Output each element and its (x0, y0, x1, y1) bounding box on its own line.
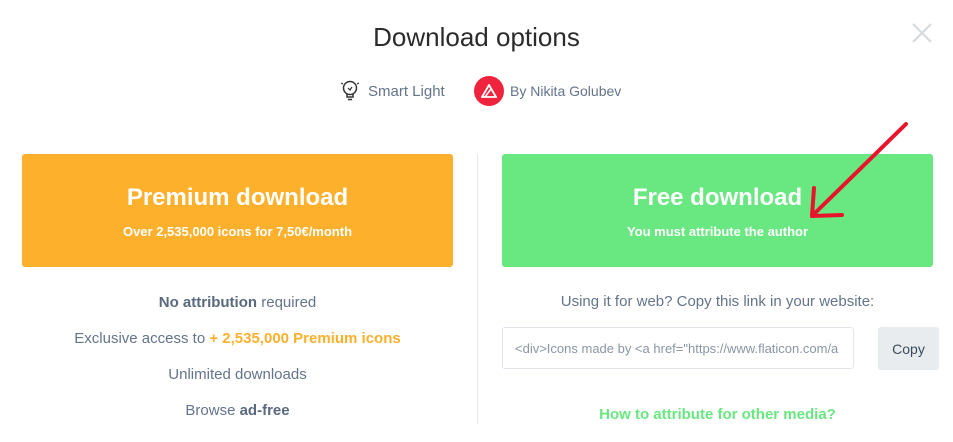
free-download-button[interactable]: Free download You must attribute the aut… (502, 154, 933, 267)
premium-download-title: Premium download (126, 184, 349, 211)
premium-download-subtitle: Over 2,535,000 icons for 7,50€/month (122, 224, 353, 239)
feature-bold-text: ad-free (239, 402, 290, 419)
feature-text: Exclusive access to (74, 330, 210, 347)
premium-features: No attribution required Exclusive access… (22, 290, 453, 434)
attribution-hint: Using it for web? Copy this link in your… (560, 293, 875, 310)
free-download-title: Free download (632, 184, 803, 211)
pack-name: Smart Light (368, 82, 445, 100)
feature-text: Browse (185, 402, 240, 419)
feature-bold-text: No attribution (158, 294, 258, 311)
premium-icons-link[interactable]: + 2,535,000 Premium icons (209, 330, 400, 347)
copy-button[interactable]: Copy (878, 327, 939, 370)
close-icon (912, 23, 932, 43)
close-button[interactable] (911, 22, 933, 44)
feature-unlimited-downloads: Unlimited downloads (22, 362, 453, 398)
column-divider (477, 154, 478, 424)
author-logo-icon (474, 76, 504, 106)
feature-text: Unlimited downloads (168, 366, 307, 383)
download-options-dialog: Download options Smart Light By Nikita G… (0, 0, 953, 442)
light-bulb-icon (340, 80, 360, 101)
author-name: By Nikita Golubev (510, 83, 622, 99)
dialog-title: Download options (373, 22, 580, 52)
feature-no-attribution: No attribution required (22, 290, 453, 326)
author-link[interactable]: By Nikita Golubev (474, 76, 621, 106)
dialog-meta: Smart Light By Nikita Golubev (0, 76, 953, 108)
free-download-subtitle: You must attribute the author (626, 224, 809, 239)
pack-link[interactable]: Smart Light (340, 80, 445, 102)
other-media-attribution-link[interactable]: How to attribute for other media? (502, 406, 933, 423)
feature-text: required (257, 294, 317, 311)
feature-ad-free: Browse ad-free (22, 398, 453, 434)
attribution-link-input[interactable] (502, 327, 854, 369)
feature-exclusive-access: Exclusive access to + 2,535,000 Premium … (22, 326, 453, 362)
premium-download-button[interactable]: Premium download Over 2,535,000 icons fo… (22, 154, 453, 267)
